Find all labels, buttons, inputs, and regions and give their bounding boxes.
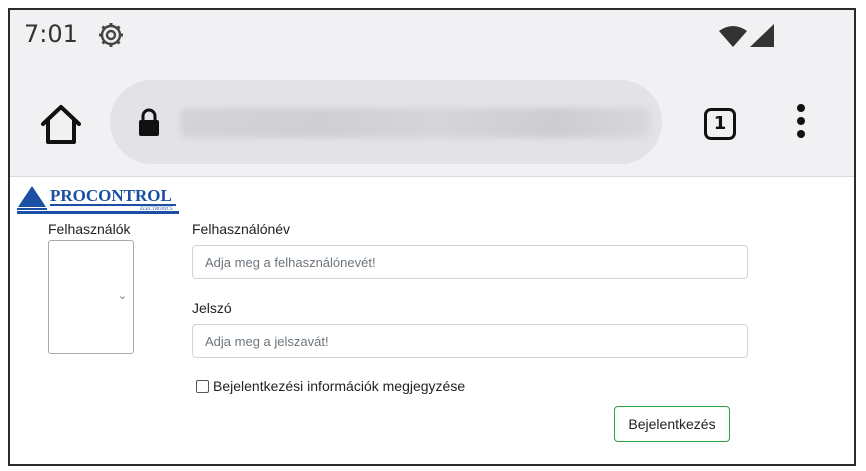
password-label: Jelszó xyxy=(192,300,232,316)
more-icon[interactable] xyxy=(794,104,808,144)
login-button[interactable]: Bejelentkezés xyxy=(614,406,730,442)
device-screen: 7:01 1 PROCONTROL ELECTRONICS Felhasznál… xyxy=(8,8,856,466)
url-bar[interactable] xyxy=(110,80,662,164)
wifi-icon xyxy=(719,26,747,47)
tabs-icon[interactable]: 1 xyxy=(704,108,736,140)
gear-icon xyxy=(99,23,123,47)
svg-text:PROCONTROL: PROCONTROL xyxy=(50,186,172,205)
remember-checkbox[interactable] xyxy=(196,379,209,393)
remember-label: Bejelentkezési információk megjegyzése xyxy=(213,378,466,394)
procontrol-logo: PROCONTROL ELECTRONICS xyxy=(17,186,179,214)
remember-me[interactable]: Bejelentkezési információk megjegyzése xyxy=(196,378,465,394)
status-time: 7:01 xyxy=(24,20,78,48)
home-icon[interactable] xyxy=(38,102,84,148)
svg-text:ELECTRONICS: ELECTRONICS xyxy=(139,207,173,212)
lock-icon xyxy=(139,108,159,136)
password-input[interactable] xyxy=(192,324,748,358)
users-select[interactable]: ⌄ xyxy=(48,240,134,354)
username-label: Felhasználónév xyxy=(192,221,291,237)
signal-icon xyxy=(750,24,774,47)
username-input[interactable] xyxy=(192,245,748,279)
chevron-down-icon: ⌄ xyxy=(117,290,127,302)
url-text-blurred xyxy=(180,108,650,138)
users-label: Felhasználók xyxy=(48,221,131,237)
browser-chrome: 7:01 1 xyxy=(10,10,854,177)
